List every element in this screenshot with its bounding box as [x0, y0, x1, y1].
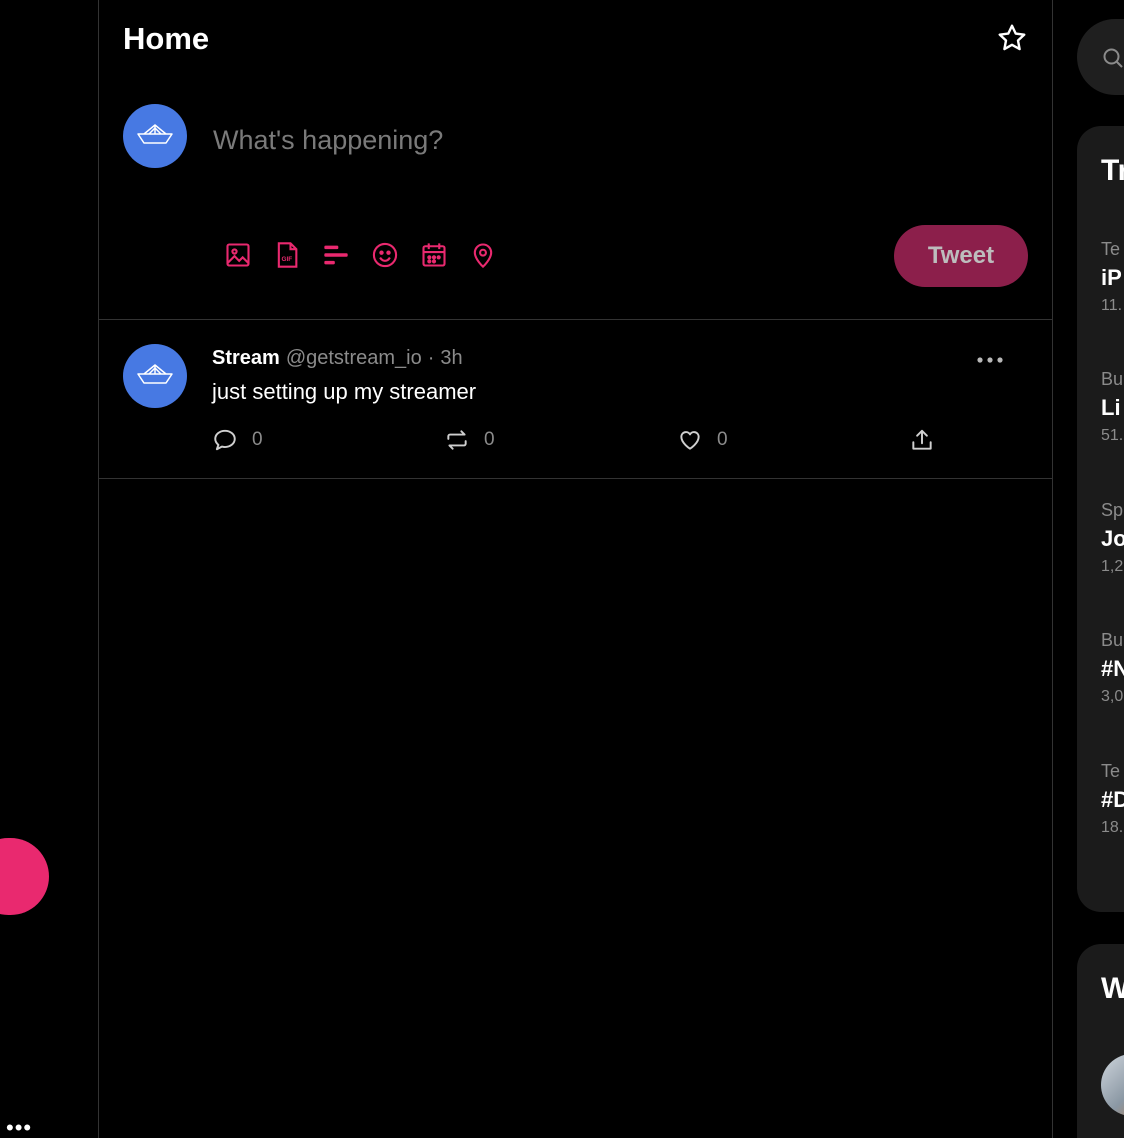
paper-boat-icon: [136, 122, 174, 151]
paper-boat-icon: [136, 362, 174, 391]
tweet-composer: GIF Tweet: [99, 78, 1052, 320]
suggested-user-avatar[interactable]: [1101, 1054, 1124, 1116]
poll-icon[interactable]: [319, 238, 352, 271]
like-count: 0: [717, 429, 728, 450]
trend-category: Sp: [1101, 500, 1124, 520]
tweet-card[interactable]: Stream @getstream_io · 3h just setting up m…: [99, 320, 1052, 479]
retweet-icon: [444, 427, 470, 453]
tweet-button[interactable]: Tweet: [894, 225, 1028, 287]
trend-category: Bu: [1101, 369, 1124, 389]
trend-name: Li: [1101, 395, 1121, 420]
trend-category: Bu: [1101, 630, 1124, 650]
separator-dot: ·: [427, 347, 435, 369]
trends-title: Tr: [1101, 154, 1124, 187]
author-name[interactable]: Stream: [212, 347, 280, 369]
trend-count: 11.: [1101, 297, 1123, 314]
location-icon[interactable]: [466, 238, 499, 271]
reply-count: 0: [252, 429, 263, 450]
feed-header: Home: [99, 0, 1052, 78]
gif-icon[interactable]: GIF: [270, 238, 303, 271]
trend-item[interactable]: Te iP 11.: [1101, 238, 1124, 316]
share-button[interactable]: [909, 422, 935, 458]
emoji-icon[interactable]: [368, 238, 401, 271]
more-icon[interactable]: [975, 348, 1005, 372]
trend-count: 3,0: [1101, 688, 1124, 705]
trend-item[interactable]: Te #D 18.: [1101, 760, 1124, 838]
trend-name: #D: [1101, 787, 1124, 812]
who-to-follow-title: W: [1101, 972, 1124, 1005]
like-icon: [677, 427, 703, 453]
author-handle[interactable]: @getstream_io: [286, 347, 422, 369]
who-to-follow-panel: W: [1077, 944, 1124, 1138]
image-icon[interactable]: [221, 238, 254, 271]
trends-panel: Tr Te iP 11. Bu Li 51. Sp Jo 1,2 Bu #N 3…: [1077, 126, 1124, 912]
trend-name: iP: [1101, 265, 1122, 290]
left-sidebar: •••: [0, 0, 98, 1138]
right-sidebar: Tr Te iP 11. Bu Li 51. Sp Jo 1,2 Bu #N 3…: [1053, 0, 1124, 1138]
trend-item[interactable]: Bu Li 51.: [1101, 368, 1124, 446]
trend-item[interactable]: Bu #N 3,0: [1101, 629, 1124, 707]
reply-button[interactable]: 0: [212, 422, 263, 458]
search-box[interactable]: [1077, 19, 1124, 95]
svg-text:GIF: GIF: [281, 255, 292, 262]
schedule-icon[interactable]: [417, 238, 450, 271]
tweet-time[interactable]: 3h: [440, 347, 462, 369]
search-icon: [1101, 46, 1124, 75]
user-avatar[interactable]: [123, 104, 187, 168]
share-icon: [909, 427, 935, 453]
trend-name: Jo: [1101, 526, 1124, 551]
reply-icon: [212, 427, 238, 453]
tweet-actions: 0 0 0: [212, 422, 942, 458]
trend-count: 51.: [1101, 427, 1124, 444]
trend-item[interactable]: Sp Jo 1,2: [1101, 499, 1124, 577]
trend-category: Te: [1101, 239, 1121, 259]
trend-name: #N: [1101, 656, 1124, 681]
trend-count: 18.: [1101, 819, 1124, 836]
compose-tweet-fab[interactable]: [0, 838, 49, 915]
main-feed: Home GIF: [98, 0, 1053, 1138]
author-avatar[interactable]: [123, 344, 187, 408]
tweet-text: just setting up my streamer: [212, 379, 477, 404]
retweet-button[interactable]: 0: [444, 422, 495, 458]
tweet-header: Stream @getstream_io · 3h: [212, 346, 463, 370]
like-button[interactable]: 0: [677, 422, 728, 458]
composer-toolbar: GIF: [221, 238, 499, 271]
trend-category: Te: [1101, 761, 1121, 781]
more-options-button[interactable]: •••: [6, 1113, 32, 1138]
trend-count: 1,2: [1101, 558, 1124, 575]
page-title: Home: [123, 21, 210, 56]
star-icon[interactable]: [996, 22, 1028, 54]
retweet-count: 0: [484, 429, 495, 450]
tweet-input[interactable]: [213, 118, 863, 162]
